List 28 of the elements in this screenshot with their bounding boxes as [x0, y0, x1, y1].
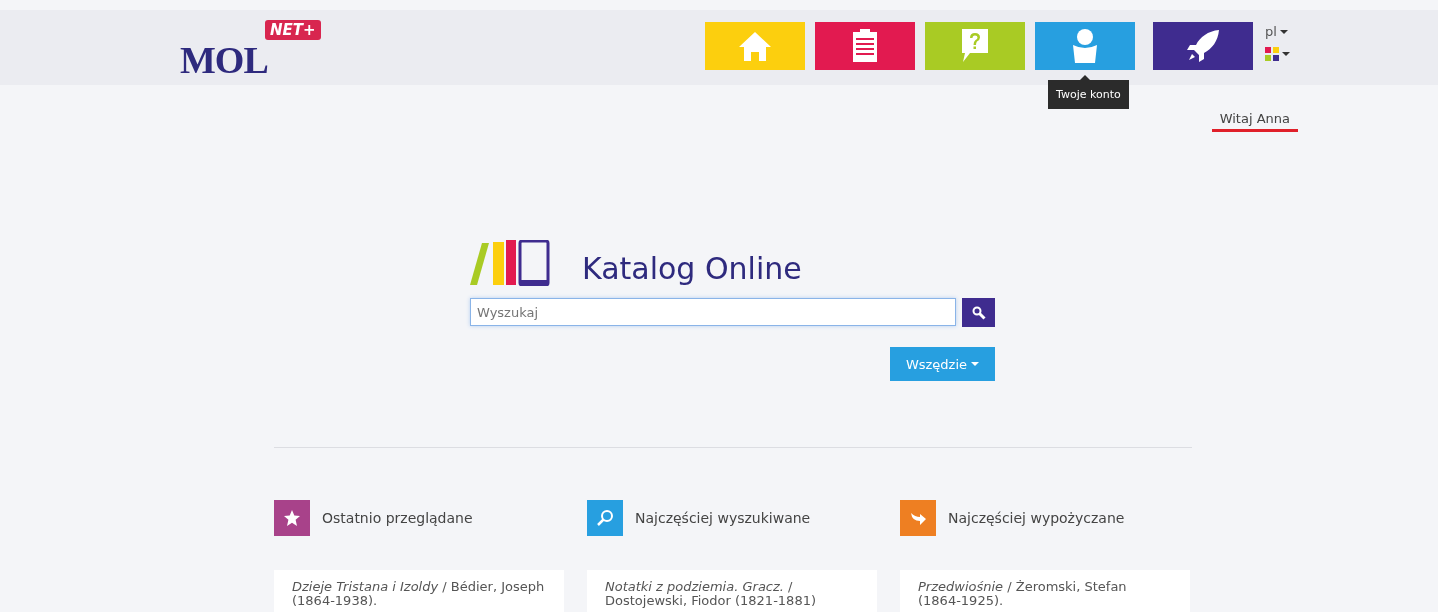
section-title: Najczęściej wyszukiwane	[635, 510, 811, 526]
book-card[interactable]: Przedwiośnie / Żeromski, Stefan (1864-1925).	[900, 570, 1190, 612]
nav-tile[interactable]	[925, 22, 1025, 70]
nav-tile[interactable]	[705, 22, 805, 70]
nav-tile[interactable]	[815, 22, 915, 70]
tooltip-pointer	[1080, 75, 1090, 80]
section-title: Ostatnio przeglądane	[322, 510, 473, 526]
greeting-link[interactable]: Witaj Anna	[1211, 111, 1298, 132]
nav-tile[interactable]	[1035, 22, 1135, 70]
tooltip: Twoje konto	[1048, 80, 1129, 109]
nav-tile[interactable]	[1153, 22, 1253, 70]
book-card[interactable]: Dzieje Tristana i Izoldy / Bédier, Joseph (1864-1938).	[274, 570, 564, 612]
theme-dropdown[interactable]	[1265, 47, 1290, 61]
book-card[interactable]: Notatki z podziemia. Gracz. / Dostojewski, Fiodor (1821-1881)	[587, 570, 877, 612]
catalog-title: Katalog Online	[582, 251, 802, 286]
home-icon	[738, 30, 772, 62]
search-field[interactable]: Wyszukaj	[470, 298, 956, 326]
clipboard-icon	[852, 29, 878, 63]
user-icon	[1071, 29, 1099, 63]
color-squares-icon	[1265, 47, 1279, 61]
mol-net-logo[interactable]: MOL NET+	[180, 20, 340, 75]
section-title: Najczęściej wypożyczane	[948, 510, 1125, 526]
language-dropdown[interactable]: pl	[1265, 24, 1288, 39]
search-icon	[971, 305, 986, 320]
speech-bubble-question-icon	[960, 29, 990, 63]
books-tablet-logo-icon	[470, 240, 550, 286]
search-button[interactable]	[962, 298, 995, 327]
rocket-icon	[1186, 29, 1220, 63]
